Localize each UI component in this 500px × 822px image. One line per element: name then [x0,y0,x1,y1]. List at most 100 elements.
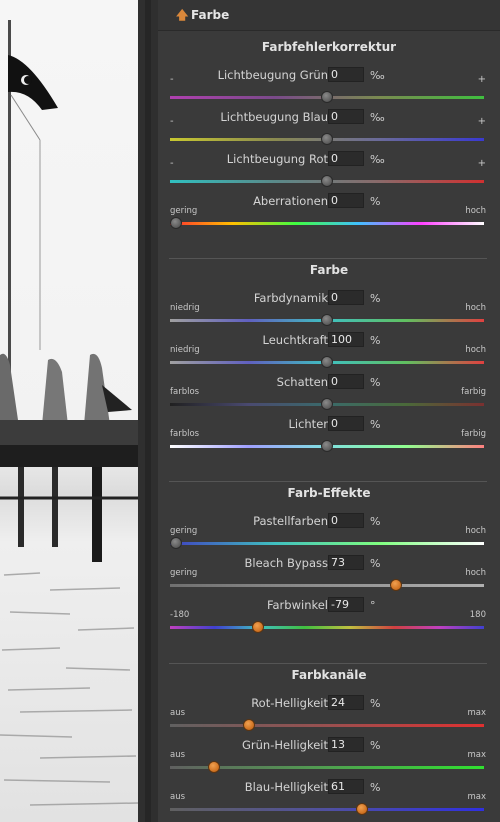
slider-thumb[interactable] [321,398,333,410]
slider-min-label: gering [170,206,198,216]
slider-thumb[interactable] [170,217,183,229]
photo-preview [0,0,138,822]
slider-value-input[interactable]: 100 [328,332,364,347]
slider-thumb[interactable] [355,803,368,815]
slider-min-label: farblos [170,429,200,439]
slider-label: Lichter [288,417,328,431]
slider-min-label: gering [170,568,198,578]
section-divider [169,481,487,482]
slider-thumb[interactable] [242,719,255,731]
slider-thumb[interactable] [390,579,403,591]
slider-min-label: gering [170,526,198,536]
slider-value-input[interactable]: 0 [328,416,364,431]
slider-thumb[interactable] [321,314,333,326]
photo-scene [0,20,138,806]
slider-max-label: + [477,74,486,85]
slider-track[interactable] [170,542,484,545]
panel-title: Farbe [191,8,230,22]
slider-row-rot-helligkeit: aus Rot-Helligkeit 24% max [158,695,500,736]
slider-label: Grün-Helligkeit [241,738,328,752]
slider-max-label: farbig [461,387,486,397]
slider-min-label: aus [170,708,186,718]
slider-value-input[interactable]: 61 [328,779,364,794]
slider-value-input[interactable]: 0 [328,109,364,124]
slider-min-label: -180 [170,610,190,620]
slider-label: Bleach Bypass [244,556,329,570]
arrow-up-icon[interactable]: 🡅 [176,8,188,22]
slider-thumb[interactable] [321,91,333,103]
slider-label: Blau-Helligkeit [244,780,328,794]
slider-row-lichtbeugung-rot: - Lichtbeugung Rot 0 ‰ + [158,151,500,192]
slider-label: Schatten [276,375,328,389]
section-divider [169,663,487,664]
slider-value-input[interactable]: 0 [328,193,364,208]
slider-thumb[interactable] [321,440,333,452]
slider-max-label: max [467,750,486,760]
slider-min-label: niedrig [170,345,200,355]
slider-min-label: niedrig [170,303,200,313]
slider-value-input[interactable]: 0 [328,67,364,82]
slider-thumb[interactable] [251,621,264,633]
slider-unit: % [370,418,381,431]
slider-value-input[interactable]: 73 [328,555,364,570]
slider-unit: % [370,376,381,389]
slider-unit: % [370,195,381,208]
slider-min-label: - [170,158,174,169]
panel-header[interactable]: 🡅 Farbe [158,0,500,31]
slider-max-label: 180 [469,610,486,620]
slider-unit: % [370,697,381,710]
slider-value-input[interactable]: -79 [328,597,364,612]
slider-unit: % [370,557,381,570]
slider-value-input[interactable]: 13 [328,737,364,752]
slider-label: Lichtbeugung Grün [217,68,328,82]
slider-min-label: aus [170,792,186,802]
section-divider [169,258,487,259]
slider-min-label: aus [170,750,186,760]
section-title: Farbkanäle [291,668,367,682]
slider-unit: % [370,515,381,528]
slider-unit: ° [370,599,376,612]
slider-max-label: hoch [465,206,486,216]
slider-row-lichter: farblos Lichter 0% farbig [158,416,500,457]
slider-value-input[interactable]: 0 [328,151,364,166]
slider-label: Rot-Helligkeit [251,696,328,710]
slider-max-label: farbig [461,429,486,439]
slider-value-input[interactable]: 0 [328,513,364,528]
color-adjustment-panel: 🡅 Farbe Farbfehlerkorrektur - Lichtbeugung… [158,0,500,822]
slider-max-label: hoch [465,568,486,578]
slider-value-input[interactable]: 24 [328,695,364,710]
slider-row-lichtbeugung-blau: - Lichtbeugung Blau 0 ‰ + [158,109,500,150]
slider-label: Lichtbeugung Rot [226,152,328,166]
slider-thumb[interactable] [207,761,220,773]
slider-min-label: - [170,116,174,127]
slider-track[interactable] [170,222,484,225]
slider-max-label: hoch [465,345,486,355]
slider-unit: ‰ [370,153,385,166]
slider-row-lichtbeugung-grün: - Lichtbeugung Grün 0 ‰ + [158,67,500,108]
slider-max-label: hoch [465,303,486,313]
slider-max-label: max [467,708,486,718]
slider-track[interactable] [170,584,484,587]
slider-value-input[interactable]: 0 [328,290,364,305]
slider-thumb[interactable] [170,537,183,549]
slider-track[interactable] [170,808,484,811]
slider-track[interactable] [170,626,484,629]
slider-thumb[interactable] [321,175,333,187]
slider-max-label: max [467,792,486,802]
slider-min-label: farblos [170,387,200,397]
slider-label: Lichtbeugung Blau [220,110,328,124]
scrollbar[interactable] [145,0,151,822]
slider-unit: % [370,334,381,347]
slider-max-label: hoch [465,526,486,536]
slider-track[interactable] [170,724,484,727]
slider-thumb[interactable] [321,356,333,368]
section-title: Farb-Effekte [287,486,371,500]
section-title: Farbfehlerkorrektur [261,40,397,54]
slider-value-input[interactable]: 0 [328,374,364,389]
slider-label: Farbwinkel [266,598,328,612]
slider-unit: % [370,781,381,794]
slider-thumb[interactable] [321,133,333,145]
slider-label: Farbdynamik [253,291,328,305]
section-title: Farbe [309,263,349,277]
slider-unit: % [370,739,381,752]
